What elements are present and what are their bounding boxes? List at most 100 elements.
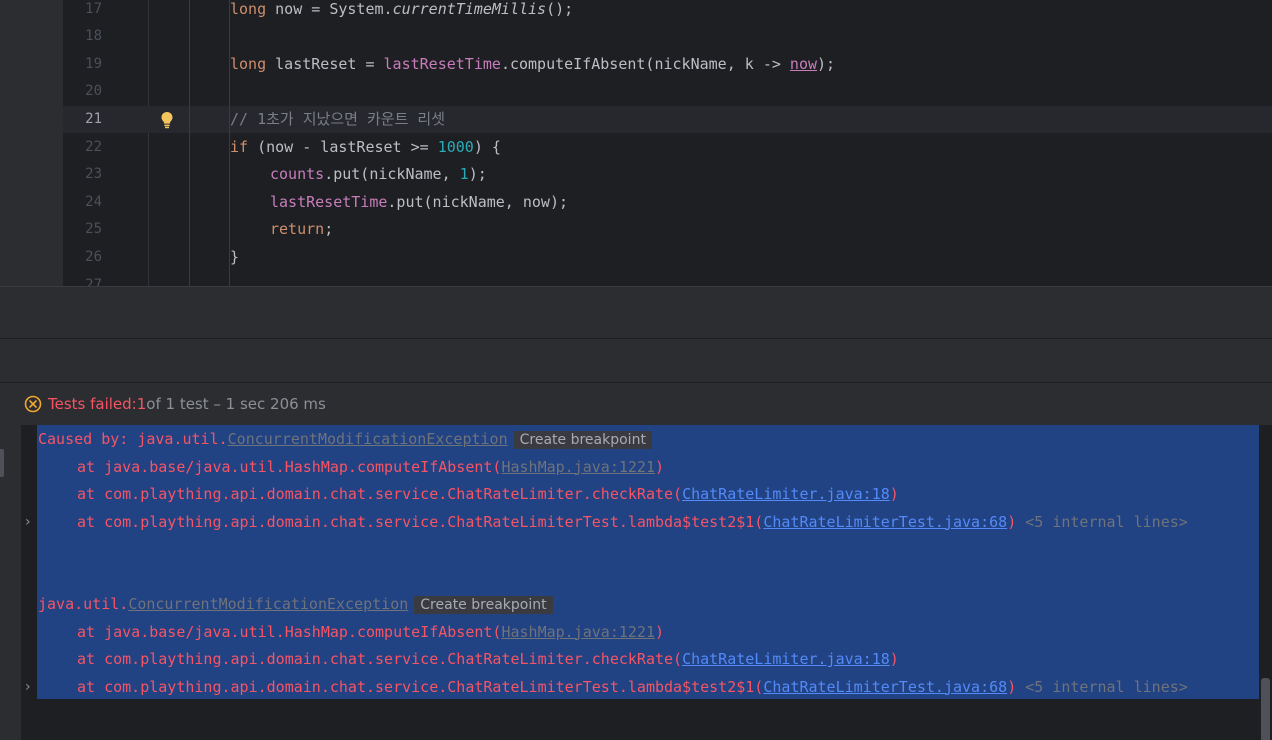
side-tab-indicator[interactable] xyxy=(0,449,4,477)
create-breakpoint-button[interactable]: Create breakpoint xyxy=(513,431,652,449)
code-line[interactable]: 21 // 1초가 지났으면 카운트 리셋 xyxy=(63,105,1272,134)
code-token: currentTimeMillis xyxy=(392,0,547,18)
code-line[interactable]: 27 xyxy=(63,272,1272,287)
line-number: 22 xyxy=(85,138,102,155)
code-token: ); xyxy=(468,165,487,184)
closing-paren: ) xyxy=(1007,677,1017,696)
code-text: long now = System.currentTimeMillis(); xyxy=(230,0,573,23)
code-line[interactable]: 25 return; xyxy=(63,216,1272,244)
code-line[interactable]: 22 if (now - lastReset >= 1000) { xyxy=(63,134,1272,162)
code-text: long lastReset = lastResetTime.computeIf… xyxy=(230,51,835,79)
code-token: lastResetTime xyxy=(270,192,388,211)
code-token: ); xyxy=(817,54,836,73)
code-token: if xyxy=(230,137,249,156)
line-number: 17 xyxy=(85,0,102,17)
code-text: } xyxy=(230,244,239,272)
code-token: counts xyxy=(270,165,325,184)
line-number: 27 xyxy=(85,276,102,287)
indent-guide xyxy=(229,0,230,286)
console-line[interactable]: Caused by: java.util.ConcurrentModificat… xyxy=(21,426,1272,454)
tests-failed-label: Tests failed: xyxy=(48,395,137,413)
code-editor[interactable]: 17 long now = System.currentTimeMillis();… xyxy=(0,0,1272,286)
stack-frame-text: at com.plaything.api.domain.chat.service… xyxy=(77,650,683,668)
code-token: ; xyxy=(324,220,334,239)
source-link[interactable]: ChatRateLimiterTest.java:68 xyxy=(763,678,1007,696)
code-token: } xyxy=(230,247,240,266)
editor-left-strip xyxy=(0,0,63,286)
create-breakpoint-button[interactable]: Create breakpoint xyxy=(414,596,553,614)
console-line[interactable] xyxy=(21,536,1272,564)
line-number: 26 xyxy=(85,248,102,265)
code-line[interactable]: 24 lastResetTime.put(nickName, now); xyxy=(63,189,1272,217)
code-text: counts.put(nickName, 1); xyxy=(270,161,487,189)
code-token: long xyxy=(230,0,267,18)
code-line[interactable]: 19 long lastReset = lastResetTime.compute… xyxy=(63,51,1272,79)
source-link[interactable]: ChatRateLimiter.java:18 xyxy=(682,485,890,503)
code-token: return xyxy=(270,220,325,239)
console-line[interactable]: at java.base/java.util.HashMap.computeIf… xyxy=(21,619,1272,647)
console-line[interactable]: java.util.ConcurrentModificationExceptio… xyxy=(21,591,1272,619)
test-status-bar: Tests failed: 1 of 1 test – 1 sec 206 ms xyxy=(21,383,1272,425)
source-link[interactable]: ChatRateLimiterTest.java:68 xyxy=(763,513,1007,531)
stack-frame-text: at com.plaything.api.domain.chat.service… xyxy=(77,485,683,503)
code-token: 1000 xyxy=(437,137,474,156)
internal-lines-toggle[interactable]: <5 internal lines> xyxy=(1016,513,1188,531)
console-line[interactable]: at com.plaything.api.domain.chat.service… xyxy=(21,646,1272,674)
code-text: if (now - lastReset >= 1000) { xyxy=(230,134,501,162)
console-line[interactable]: › at com.plaything.api.domain.chat.servic… xyxy=(21,509,1272,537)
internal-lines-toggle[interactable]: <5 internal lines> xyxy=(1016,678,1188,696)
lightbulb-icon[interactable] xyxy=(160,111,174,129)
code-token: lastReset = xyxy=(266,54,384,73)
stack-frame-text: at java.base/java.util.HashMap.computeIf… xyxy=(77,457,502,476)
indent-guide xyxy=(189,0,190,286)
closing-paren: ) xyxy=(654,457,665,476)
stack-frame: at java.base/java.util.HashMap.computeIf… xyxy=(77,619,664,647)
code-line[interactable]: 20 xyxy=(63,78,1272,106)
code-token: ) { xyxy=(473,137,501,156)
console-output[interactable]: Caused by: java.util.ConcurrentModificat… xyxy=(21,425,1272,740)
exception-class-link[interactable]: ConcurrentModificationException xyxy=(128,595,408,613)
error-circle-icon xyxy=(24,395,42,413)
source-link[interactable]: HashMap.java:1221 xyxy=(501,623,655,641)
stack-frame-text: at com.plaything.api.domain.chat.service… xyxy=(77,512,764,531)
source-link[interactable]: HashMap.java:1221 xyxy=(501,458,655,476)
stack-frame-text: at com.plaything.api.domain.chat.service… xyxy=(77,677,764,696)
console-line[interactable]: at java.base/java.util.HashMap.computeIf… xyxy=(21,454,1272,482)
exception-class-link[interactable]: ConcurrentModificationException xyxy=(228,430,508,448)
code-token: long xyxy=(230,54,267,73)
console-line[interactable] xyxy=(21,564,1272,592)
line-number: 19 xyxy=(85,55,102,72)
line-number: 21 xyxy=(85,110,102,127)
line-number: 23 xyxy=(85,166,102,183)
chevron-right-icon[interactable]: › xyxy=(25,509,31,537)
code-text: return; xyxy=(270,216,333,244)
test-run-panel: Tests failed: 1 of 1 test – 1 sec 206 ms… xyxy=(0,383,1272,740)
code-token: .put(nickName, now); xyxy=(387,192,569,211)
source-link[interactable]: ChatRateLimiter.java:18 xyxy=(682,650,890,668)
code-token: // 1초가 지났으면 카운트 리셋 xyxy=(230,109,446,128)
run-panel-side-strip xyxy=(0,383,21,740)
code-token: lastResetTime xyxy=(383,54,501,73)
console-scrollbar[interactable] xyxy=(1261,678,1270,740)
stack-frame: at com.plaything.api.domain.chat.service… xyxy=(77,674,1188,702)
stack-frame: at com.plaything.api.domain.chat.service… xyxy=(77,481,899,509)
line-number: 25 xyxy=(85,221,102,238)
line-number: 18 xyxy=(85,28,102,45)
chevron-right-icon[interactable]: › xyxy=(25,674,31,702)
code-token: 1 xyxy=(459,165,469,184)
line-number: 20 xyxy=(85,83,102,100)
code-line[interactable]: 26} xyxy=(63,244,1272,272)
line-number: 24 xyxy=(85,193,102,210)
tool-window-header xyxy=(0,338,1272,383)
code-token: now = System. xyxy=(266,0,393,18)
code-line[interactable]: 23 counts.put(nickName, 1); xyxy=(63,161,1272,189)
console-line[interactable]: › at com.plaything.api.domain.chat.servic… xyxy=(21,674,1272,702)
stack-frame-text: at java.base/java.util.HashMap.computeIf… xyxy=(77,622,502,641)
exception-prefix: Caused by: java.util. xyxy=(38,430,228,448)
console-line[interactable]: at com.plaything.api.domain.chat.service… xyxy=(21,481,1272,509)
code-token: (); xyxy=(546,0,574,18)
code-line[interactable]: 17 long now = System.currentTimeMillis(); xyxy=(63,0,1272,23)
code-line[interactable]: 18 xyxy=(63,23,1272,51)
exception-prefix: java.util. xyxy=(38,595,129,613)
code-token: .put(nickName, xyxy=(324,165,460,184)
